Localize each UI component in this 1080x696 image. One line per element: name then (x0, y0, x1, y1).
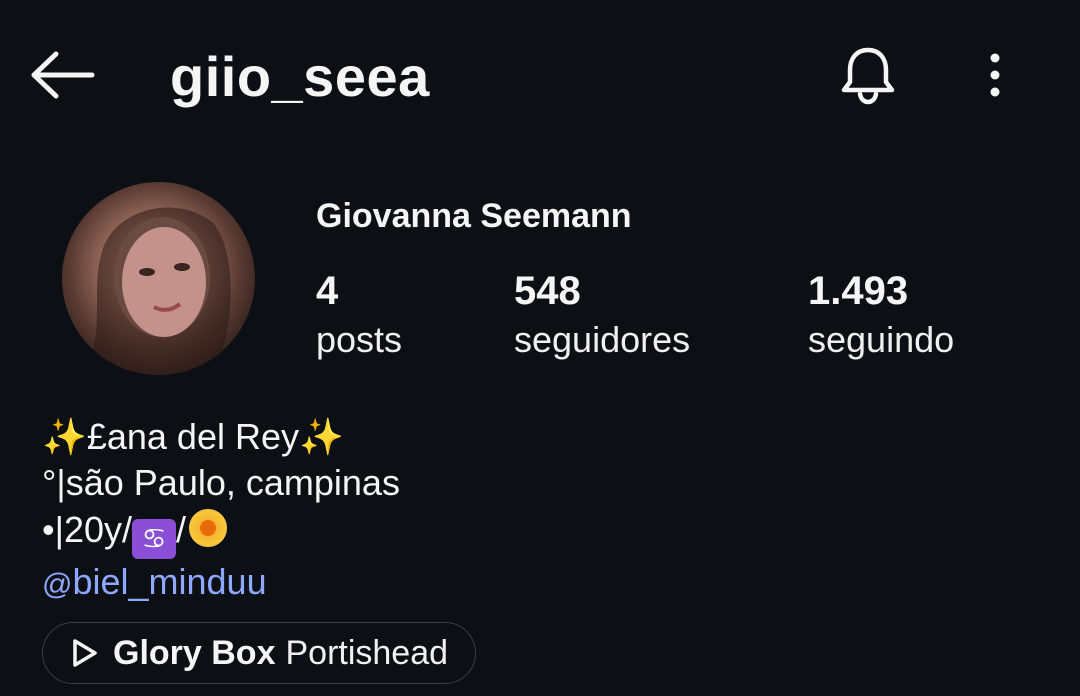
bio-line-3: •|20y/♋ / (42, 506, 400, 559)
music-artist: Portishead (285, 633, 449, 672)
followers-count: 548 (514, 269, 581, 313)
top-bar: giio_seea (0, 0, 1080, 150)
followers-label: seguidores (514, 319, 691, 360)
stat-following[interactable]: 1.493 seguindo (808, 268, 954, 366)
threads-icon: @ (42, 568, 73, 601)
posts-label: posts (316, 319, 403, 360)
more-vert-icon[interactable] (978, 50, 1012, 100)
bio-line-1: ✨£ana del Rey✨ (42, 414, 400, 460)
music-song-title: Glory Box (113, 633, 276, 672)
sparkles-icon: ✨ (298, 416, 344, 457)
stat-followers[interactable]: 548 seguidores (514, 268, 690, 366)
bio-line-3-prefix: •|20y/ (42, 509, 132, 550)
back-arrow-icon[interactable] (30, 50, 96, 100)
play-icon (73, 639, 97, 667)
profile-bio: ✨£ana del Rey✨ °|são Paulo, campinas •|2… (42, 414, 400, 608)
bio-line-3-separator: / (176, 509, 187, 550)
profile-username: giio_seea (170, 45, 430, 108)
bell-icon[interactable] (838, 44, 898, 106)
stat-posts[interactable]: 4 posts (316, 268, 402, 366)
cancer-sign-icon: ♋ (132, 519, 176, 559)
sparkles-icon: ✨ (42, 416, 87, 457)
bio-line-2: °|são Paulo, campinas (42, 462, 400, 503)
following-count: 1.493 (808, 269, 909, 313)
profile-avatar[interactable] (62, 182, 255, 375)
flower-icon (186, 506, 231, 550)
posts-count: 4 (316, 269, 339, 313)
bio-line-1-text: £ana del Rey (86, 416, 299, 457)
threads-link[interactable]: @biel_minduu (42, 559, 400, 608)
threads-handle: biel_minduu (72, 561, 267, 602)
profile-full-name: Giovanna Seemann (316, 197, 632, 235)
profile-music-pill[interactable]: Glory Box Portishead (42, 622, 476, 684)
following-label: seguindo (808, 319, 955, 360)
